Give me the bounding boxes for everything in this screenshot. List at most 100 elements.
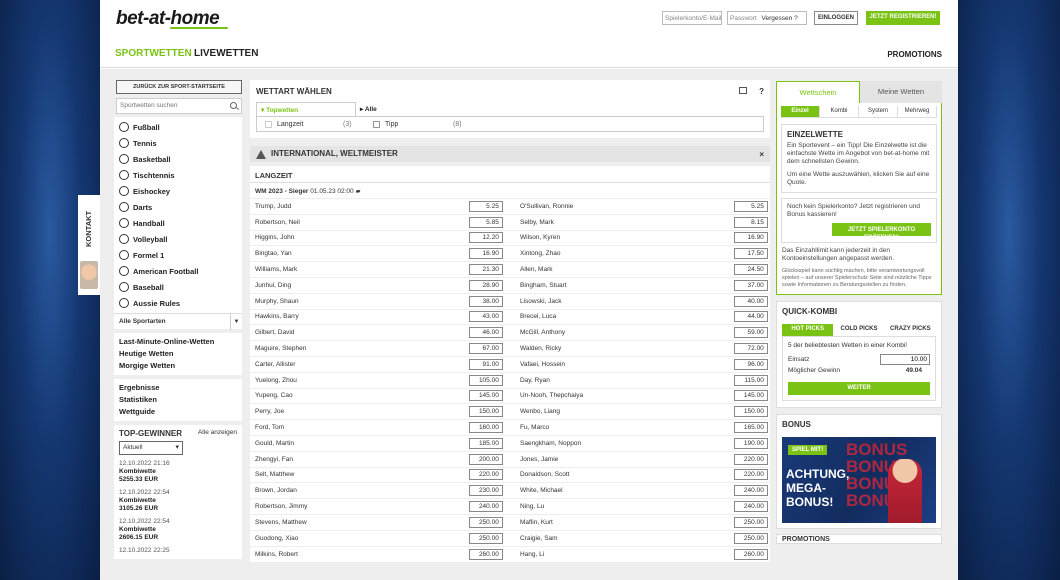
sidebar-item-sport[interactable]: Formel 1 — [114, 247, 242, 263]
odd-button[interactable]: 200.00 — [468, 453, 503, 465]
odd-button[interactable]: 21.30 — [468, 264, 503, 276]
odd-button[interactable]: 38.00 — [468, 295, 503, 307]
sidebar-item-sport[interactable]: Baseball — [114, 279, 242, 295]
odd-button[interactable]: 96.00 — [733, 358, 768, 370]
sidebar-item-sport[interactable]: Aussie Rules — [114, 295, 242, 311]
odd-button[interactable]: 17.50 — [733, 248, 768, 260]
top-winners-all-link[interactable]: Alle anzeigen — [198, 429, 237, 438]
login-button[interactable]: EINLOGGEN — [814, 11, 858, 25]
close-icon[interactable]: × — [759, 150, 764, 159]
odd-button[interactable]: 220.00 — [733, 469, 768, 481]
odd-button[interactable]: 150.00 — [468, 406, 503, 418]
sidebar-item-sport[interactable]: Basketball — [114, 151, 242, 167]
odd-button[interactable]: 28.90 — [468, 279, 503, 291]
sidebar-item-sport[interactable]: Volleyball — [114, 231, 242, 247]
back-to-sport-button[interactable]: ZURÜCK ZUR SPORT-STARTSEITE — [116, 80, 242, 94]
sidebar-link[interactable]: Last-Minute-Online-Wetten — [119, 336, 237, 348]
nav-livewetten[interactable]: LIVEWETTEN — [194, 48, 258, 59]
tab-meine-wetten[interactable]: Meine Wetten — [860, 81, 942, 103]
subtab-mehrweg[interactable]: Mehrweg — [898, 106, 937, 117]
odd-button[interactable]: 8.15 — [733, 216, 768, 228]
sidebar-item-sport[interactable]: American Football — [114, 263, 242, 279]
spiel-mit-button[interactable]: SPIEL MIT! — [788, 445, 828, 455]
odd-button[interactable]: 5.25 — [468, 200, 503, 212]
odd-button[interactable]: 43.00 — [468, 311, 503, 323]
odd-button[interactable]: 240.00 — [733, 485, 768, 497]
odd-button[interactable]: 5.85 — [468, 216, 503, 228]
all-sports-dropdown[interactable]: Alle Sportarten ▼ — [114, 313, 242, 330]
odd-button[interactable]: 240.00 — [468, 501, 503, 513]
weiter-button[interactable]: WEITER — [788, 382, 930, 395]
odd-button[interactable]: 40.00 — [733, 295, 768, 307]
odd-button[interactable]: 190.00 — [733, 437, 768, 449]
sidebar-link[interactable]: Morgige Wetten — [119, 360, 237, 372]
subtab-einzel[interactable]: Einzel — [781, 106, 820, 117]
odd-button[interactable]: 5.25 — [733, 200, 768, 212]
bonus-banner[interactable]: BONUS BONUS BONUS BONUS SPIEL MIT! ACHTU… — [782, 437, 936, 523]
subtab-kombi[interactable]: Kombi — [820, 106, 859, 117]
sidebar-item-sport[interactable]: Tischtennis — [114, 167, 242, 183]
odd-button[interactable]: 250.00 — [733, 516, 768, 528]
quick-tab[interactable]: COLD PICKS — [833, 324, 884, 336]
sport-search-input[interactable] — [117, 99, 217, 112]
odd-button[interactable]: 105.00 — [468, 374, 503, 386]
langzeit-checkbox[interactable] — [265, 120, 272, 128]
odd-button[interactable]: 91.00 — [468, 358, 503, 370]
odd-button[interactable]: 185.00 — [468, 437, 503, 449]
einsatz-input[interactable] — [880, 354, 930, 365]
tab-topwetten[interactable]: ▾ Topwetten — [256, 102, 356, 116]
odd-button[interactable]: 46.00 — [468, 327, 503, 339]
odd-button[interactable]: 145.00 — [468, 390, 503, 402]
sidebar-item-sport[interactable]: Eishockey — [114, 183, 242, 199]
stats-icon[interactable]: ▰ — [355, 188, 360, 195]
odd-button[interactable]: 250.00 — [468, 532, 503, 544]
odd-button[interactable]: 165.00 — [733, 422, 768, 434]
nav-sportwetten[interactable]: SPORTWETTEN — [115, 48, 192, 59]
printer-icon[interactable] — [738, 86, 747, 94]
odd-button[interactable]: 150.00 — [733, 406, 768, 418]
sidebar-link[interactable]: Heutige Wetten — [119, 348, 237, 360]
odd-button[interactable]: 44.00 — [733, 311, 768, 323]
odd-button[interactable]: 220.00 — [468, 469, 503, 481]
register-button[interactable]: JETZT REGISTRIEREN! — [866, 11, 940, 25]
tipp-checkbox[interactable] — [373, 120, 380, 128]
odd-button[interactable]: 240.00 — [733, 501, 768, 513]
sidebar-item-sport[interactable]: Tennis — [114, 135, 242, 151]
kontakt-tab[interactable]: KONTAKT — [78, 195, 100, 295]
odd-button[interactable]: 24.50 — [733, 264, 768, 276]
forgot-link[interactable]: Vergessen ? — [762, 15, 798, 22]
sidebar-link[interactable]: Ergebnisse — [119, 382, 237, 394]
search-icon[interactable] — [230, 102, 237, 109]
open-account-button[interactable]: JETZT SPIELERKONTO ERÖFFNEN! — [832, 223, 931, 241]
odd-button[interactable]: 260.00 — [468, 548, 503, 560]
odd-button[interactable]: 160.00 — [468, 422, 503, 434]
odd-button[interactable]: 250.00 — [733, 532, 768, 544]
odd-button[interactable]: 67.00 — [468, 343, 503, 355]
account-field[interactable]: Spielerkonto/E-Mail — [662, 11, 722, 25]
sidebar-item-sport[interactable]: Handball — [114, 215, 242, 231]
sidebar-link[interactable]: Wettguide — [119, 406, 237, 418]
odd-button[interactable]: 12.20 — [468, 232, 503, 244]
help-icon[interactable]: ? — [759, 87, 764, 96]
sidebar-item-sport[interactable]: Darts — [114, 199, 242, 215]
sidebar-item-sport[interactable]: Fußball — [114, 119, 242, 135]
odd-button[interactable]: 72.00 — [733, 343, 768, 355]
winners-period-select[interactable]: Aktuell — [119, 441, 183, 455]
sidebar-link[interactable]: Statistiken — [119, 394, 237, 406]
odd-button[interactable]: 37.00 — [733, 279, 768, 291]
odd-button[interactable]: 145.00 — [733, 390, 768, 402]
odd-button[interactable]: 16.90 — [468, 248, 503, 260]
tab-alle[interactable]: ▸ Alle — [360, 105, 377, 113]
odd-button[interactable]: 230.00 — [468, 485, 503, 497]
password-field[interactable]: Passwort Vergessen ? — [727, 11, 807, 25]
odd-button[interactable]: 115.00 — [733, 374, 768, 386]
odd-button[interactable]: 16.90 — [733, 232, 768, 244]
tab-wettschein[interactable]: Wettschein — [776, 81, 860, 103]
odd-button[interactable]: 220.00 — [733, 453, 768, 465]
chevron-down-icon[interactable]: ▼ — [230, 313, 242, 330]
nav-promotions[interactable]: PROMOTIONS — [887, 50, 942, 59]
subtab-system[interactable]: System — [859, 106, 898, 117]
odd-button[interactable]: 59.00 — [733, 327, 768, 339]
quick-tab[interactable]: HOT PICKS — [782, 324, 834, 336]
odd-button[interactable]: 250.00 — [468, 516, 503, 528]
